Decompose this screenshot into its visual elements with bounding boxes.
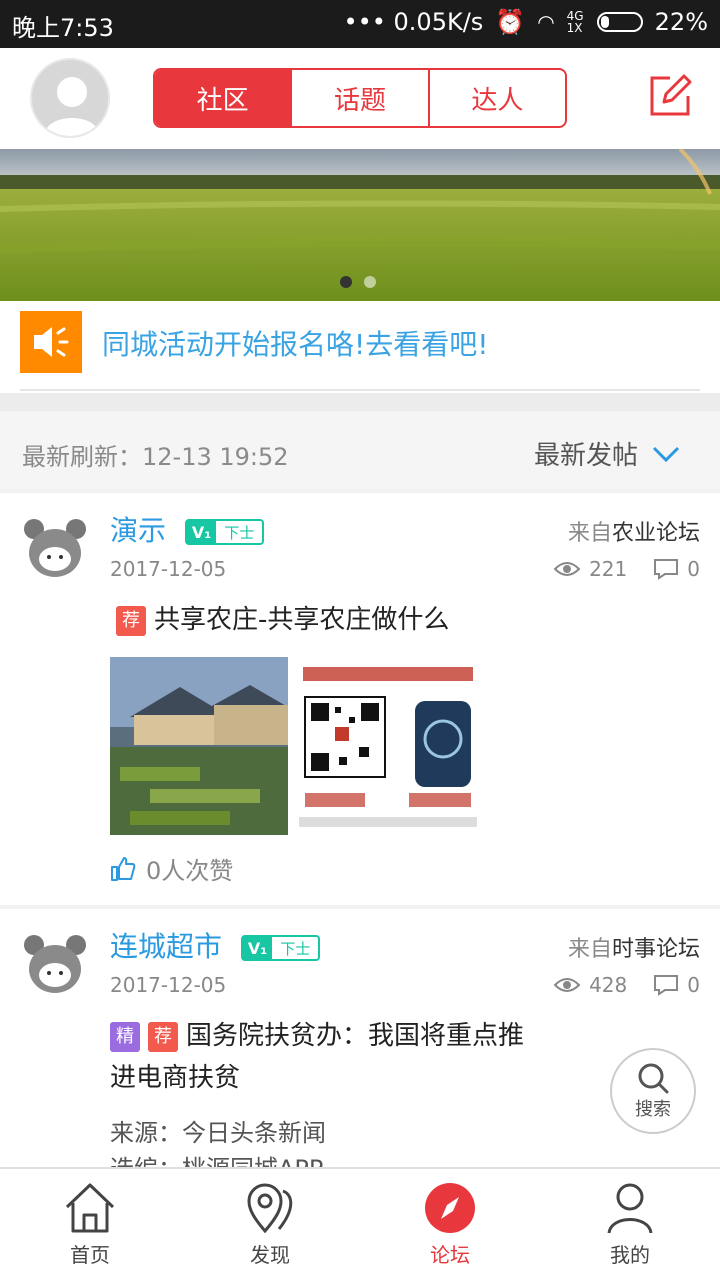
notice-bar[interactable]: 同城活动开始报名咯!去看看吧! [0,301,720,393]
section-gap [0,393,720,411]
avatar-placeholder-icon [44,77,100,136]
network-speed: ••• 0.05K/s [343,8,484,36]
post-source: 来源：今日头条新闻 [110,1119,326,1147]
post-title[interactable]: 精荐国务院扶贫办：我国将重点推进电商扶贫 [110,1015,540,1099]
tab-home[interactable]: 首页 [0,1169,180,1280]
person-icon [607,1183,653,1234]
sort-dropdown[interactable]: 最新发帖 [534,435,680,472]
post-forum[interactable]: 来自时事论坛 [568,931,700,963]
comment-icon [654,975,679,996]
post-date: 2017-12-05 [110,973,227,997]
post-image[interactable] [299,657,477,835]
divider [20,389,700,391]
username[interactable]: 演示 [110,514,166,547]
view-count: 221 [589,557,628,581]
top-header: 社区 话题 达人 [0,48,720,149]
tab-me[interactable]: 我的 [540,1169,720,1280]
user-avatar[interactable] [30,58,110,138]
comment-icon [654,559,679,580]
post-card[interactable]: 演示 V₁ 下士 来自农业论坛 2017-12-05 221 0 荐共享农庄-共… [0,493,720,905]
post-date: 2017-12-05 [110,557,227,581]
comment-count: 0 [687,973,700,997]
tab-community[interactable]: 社区 [155,70,291,126]
network-type: 4G 1X [566,9,584,35]
eye-icon [553,562,581,576]
status-bar: 晚上7:53 ••• 0.05K/s ⏰ ◠ 4G 1X 22% [0,0,720,48]
username[interactable]: 连城超市 [110,930,222,963]
battery-icon [596,12,643,32]
user-level-badge: V₁ 下士 [240,935,321,961]
tab-topics[interactable]: 话题 [290,70,427,126]
post-stats: 428 0 [553,973,700,997]
featured-tag: 精 [110,1021,140,1052]
chevron-down-icon [652,446,680,462]
eye-icon [553,978,581,992]
segment-tabs: 社区 话题 达人 [153,68,567,128]
alarm-icon: ⏰ [495,8,526,36]
speaker-icon [20,311,82,373]
comment-count: 0 [687,557,700,581]
compose-icon[interactable] [648,74,692,118]
carousel-dots [340,276,376,288]
search-button[interactable]: 搜索 [610,1048,696,1134]
like-count: 0人次赞 [146,857,234,885]
user-avatar[interactable] [20,515,90,585]
post-card[interactable]: 连城超市 V₁ 下士 来自时事论坛 2017-12-05 428 0 精荐国务院… [0,909,720,1183]
carousel-dot[interactable] [364,276,376,288]
bottom-tab-bar: 首页 发现 论坛 我的 [0,1167,720,1280]
battery-percent: 22% [654,8,708,36]
recommended-tag: 荐 [116,605,146,636]
search-label: 搜索 [635,1099,671,1120]
tab-forum[interactable]: 论坛 [360,1169,540,1280]
recommended-tag: 荐 [148,1021,178,1052]
post-forum[interactable]: 来自农业论坛 [568,515,700,547]
home-icon [65,1183,115,1233]
compass-icon [425,1183,475,1233]
tab-experts[interactable]: 达人 [427,70,565,126]
user-level-badge: V₁ 下士 [184,519,265,545]
location-pin-icon [247,1183,293,1234]
search-icon [638,1063,669,1094]
sort-label: 最新发帖 [533,441,638,471]
thumbs-up-icon [111,856,136,881]
post-image[interactable] [110,657,288,835]
post-title[interactable]: 荐共享农庄-共享农庄做什么 [116,599,556,641]
wifi-icon: ◠ [537,10,555,34]
last-refresh-text: 最新刷新：12-13 19:52 [22,443,289,471]
user-avatar[interactable] [20,931,90,1001]
post-stats: 221 0 [553,557,700,581]
carousel-dot[interactable] [340,276,352,288]
tab-discover[interactable]: 发现 [180,1169,360,1280]
view-count: 428 [589,973,628,997]
like-button[interactable]: 0人次赞 [110,851,233,886]
status-time: 晚上7:53 [12,14,114,42]
notice-text[interactable]: 同城活动开始报名咯!去看看吧! [102,323,488,363]
filter-row: 最新刷新：12-13 19:52 最新发帖 [0,411,720,489]
